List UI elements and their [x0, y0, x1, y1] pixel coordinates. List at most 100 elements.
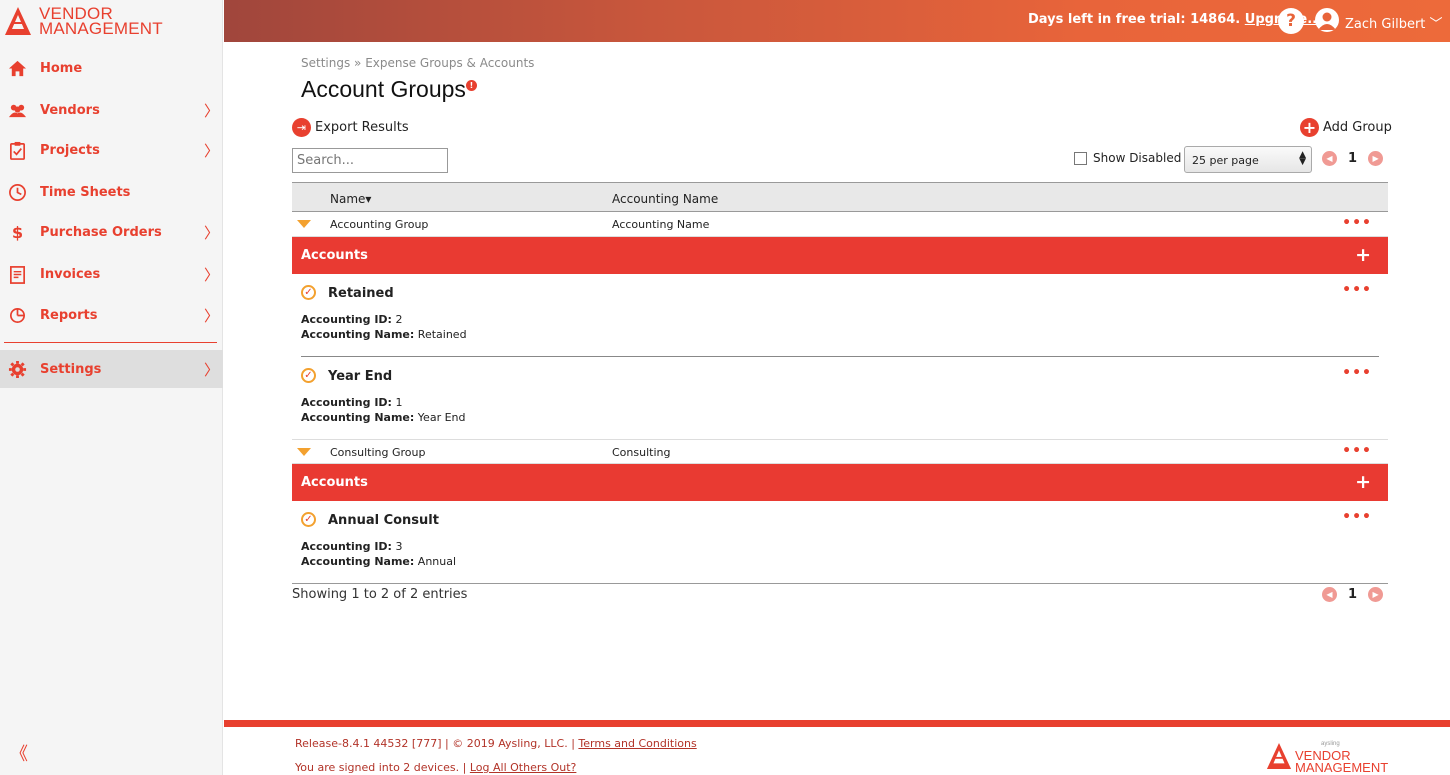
user-name: Zach Gilbert: [1345, 17, 1426, 32]
search-input[interactable]: [292, 148, 448, 173]
chevron-right-icon: 〉: [204, 141, 220, 160]
column-header-name[interactable]: Name▾: [330, 192, 371, 206]
add-group-label: Add Group: [1323, 120, 1392, 135]
prev-page-icon[interactable]: ◀: [1322, 587, 1337, 602]
show-disabled-label: Show Disabled: [1093, 151, 1182, 165]
account-accounting-name: Year End: [417, 411, 466, 424]
sidebar-item-projects[interactable]: Projects 〉: [0, 131, 223, 169]
sidebar-item-home[interactable]: Home: [0, 49, 223, 87]
footer-logo: aysling VENDOR MANAGEMENT: [1266, 738, 1388, 774]
check-circle-icon: ✓: [301, 368, 316, 383]
table-row[interactable]: Consulting Group Consulting •••: [292, 439, 1388, 464]
gear-icon: [8, 360, 27, 379]
footer-accent-bar: [224, 720, 1450, 727]
sidebar-item-vendors[interactable]: Vendors 〉: [0, 91, 223, 129]
current-page: 1: [1348, 151, 1358, 166]
sidebar-item-label: Home: [40, 60, 83, 76]
sidebar-item-invoices[interactable]: Invoices 〉: [0, 255, 223, 293]
entries-summary: Showing 1 to 2 of 2 entries: [292, 587, 468, 602]
account-accounting-name: Annual: [417, 555, 457, 568]
select-arrows-icon: ▲ ▼: [1299, 150, 1306, 167]
account-name: Year End: [328, 369, 393, 384]
sidebar-item-label: Time Sheets: [40, 184, 131, 200]
accounts-label: Accounts: [301, 475, 368, 490]
show-disabled-checkbox[interactable]: [1074, 151, 1087, 165]
chevron-right-icon: 〉: [204, 265, 220, 284]
check-circle-icon: ✓: [301, 512, 316, 527]
account-id: 1: [395, 396, 403, 409]
expand-triangle-icon[interactable]: [297, 448, 311, 456]
clipboard-icon: [9, 141, 26, 160]
collapse-sidebar-icon[interactable]: 《: [10, 740, 28, 766]
accounts-header: Accounts +: [292, 237, 1388, 274]
table-bottom-border: [292, 583, 1388, 584]
more-options-icon[interactable]: •••: [1342, 443, 1372, 459]
pie-chart-icon: [9, 307, 26, 324]
info-icon[interactable]: !: [466, 80, 477, 91]
account-name: Retained: [328, 286, 394, 301]
chevron-right-icon: 〉: [204, 306, 220, 325]
group-name: Consulting Group: [330, 446, 426, 459]
terms-link[interactable]: Terms and Conditions: [578, 737, 696, 750]
next-page-icon[interactable]: ▶: [1368, 587, 1384, 602]
avatar[interactable]: [1315, 8, 1339, 32]
list-item: ✓ Annual Consult ••• Accounting ID: 3 Ac…: [292, 501, 1388, 583]
app-logo[interactable]: VENDOR MANAGEMENT: [4, 4, 163, 38]
list-item: ✓ Year End ••• Accounting ID: 1 Accounti…: [292, 357, 1388, 439]
vendor-management-logo-icon: [5, 7, 31, 35]
more-options-icon[interactable]: •••: [1342, 282, 1372, 298]
home-icon: [8, 60, 27, 77]
prev-page-icon[interactable]: ◀: [1322, 151, 1337, 166]
export-icon: ⇥: [292, 118, 311, 137]
sidebar-item-purchase-orders[interactable]: $ Purchase Orders 〉: [0, 213, 223, 251]
breadcrumb[interactable]: Settings » Expense Groups & Accounts: [301, 56, 534, 70]
per-page-select[interactable]: 25 per page ▲ ▼: [1184, 146, 1312, 173]
signed-in-text: You are signed into 2 devices. |: [295, 761, 467, 774]
field-label: Accounting ID:: [301, 313, 392, 326]
sidebar-item-settings[interactable]: Settings 〉: [0, 350, 223, 388]
field-label: Accounting Name:: [301, 328, 415, 341]
more-options-icon[interactable]: •••: [1342, 215, 1372, 231]
sidebar-item-label: Projects: [40, 142, 100, 158]
sidebar-item-label: Purchase Orders: [40, 224, 162, 240]
export-results-button[interactable]: ⇥ Export Results: [292, 118, 409, 137]
field-label: Accounting ID:: [301, 396, 392, 409]
column-header-accounting-name[interactable]: Accounting Name: [612, 192, 718, 206]
accounts-header: Accounts +: [292, 464, 1388, 501]
help-icon[interactable]: ?: [1278, 8, 1304, 34]
pagination-bottom: ◀ 1 ▶: [1322, 587, 1384, 602]
sidebar-item-label: Vendors: [40, 102, 100, 118]
sidebar-item-reports[interactable]: Reports 〉: [0, 296, 223, 334]
account-name-line: Accounting Name: Annual: [301, 555, 456, 568]
sidebar-item-label: Invoices: [40, 266, 101, 282]
users-icon: [8, 104, 27, 118]
plus-circle-icon: +: [1300, 118, 1319, 137]
account-accounting-name: Retained: [417, 328, 467, 341]
dollar-icon: $: [12, 223, 23, 242]
account-id-line: Accounting ID: 1: [301, 396, 402, 409]
add-account-icon[interactable]: +: [1355, 471, 1371, 493]
check-circle-icon: ✓: [301, 285, 316, 300]
next-page-icon[interactable]: ▶: [1368, 151, 1384, 166]
sidebar-item-time-sheets[interactable]: Time Sheets: [0, 173, 223, 211]
account-name-line: Accounting Name: Retained: [301, 328, 467, 341]
user-menu[interactable]: Zach Gilbert ﹀: [1345, 13, 1443, 32]
account-name-line: Accounting Name: Year End: [301, 411, 466, 424]
more-options-icon[interactable]: •••: [1342, 365, 1372, 381]
trial-text: Days left in free trial: 14864.: [1028, 12, 1241, 27]
more-options-icon[interactable]: •••: [1342, 509, 1372, 525]
expand-triangle-icon[interactable]: [297, 220, 311, 228]
show-disabled-toggle[interactable]: Show Disabled: [1074, 151, 1181, 165]
chevron-down-icon: ﹀: [1429, 17, 1443, 32]
footer-signed-in-line: You are signed into 2 devices. | Log All…: [295, 761, 576, 774]
per-page-value: 25 per page: [1192, 154, 1259, 167]
chevron-right-icon: 〉: [204, 101, 220, 120]
table-header: Name▾ Accounting Name: [292, 182, 1388, 212]
add-account-icon[interactable]: +: [1355, 244, 1371, 266]
table-row[interactable]: Accounting Group Accounting Name •••: [292, 212, 1388, 237]
account-id: 3: [395, 540, 403, 553]
add-group-button[interactable]: + Add Group: [1300, 118, 1392, 137]
footer-release-line: Release-8.4.1 44532 [777] | © 2019 Aysli…: [295, 737, 697, 750]
page-title: Account Groups: [301, 76, 466, 102]
logout-others-link[interactable]: Log All Others Out?: [470, 761, 577, 774]
